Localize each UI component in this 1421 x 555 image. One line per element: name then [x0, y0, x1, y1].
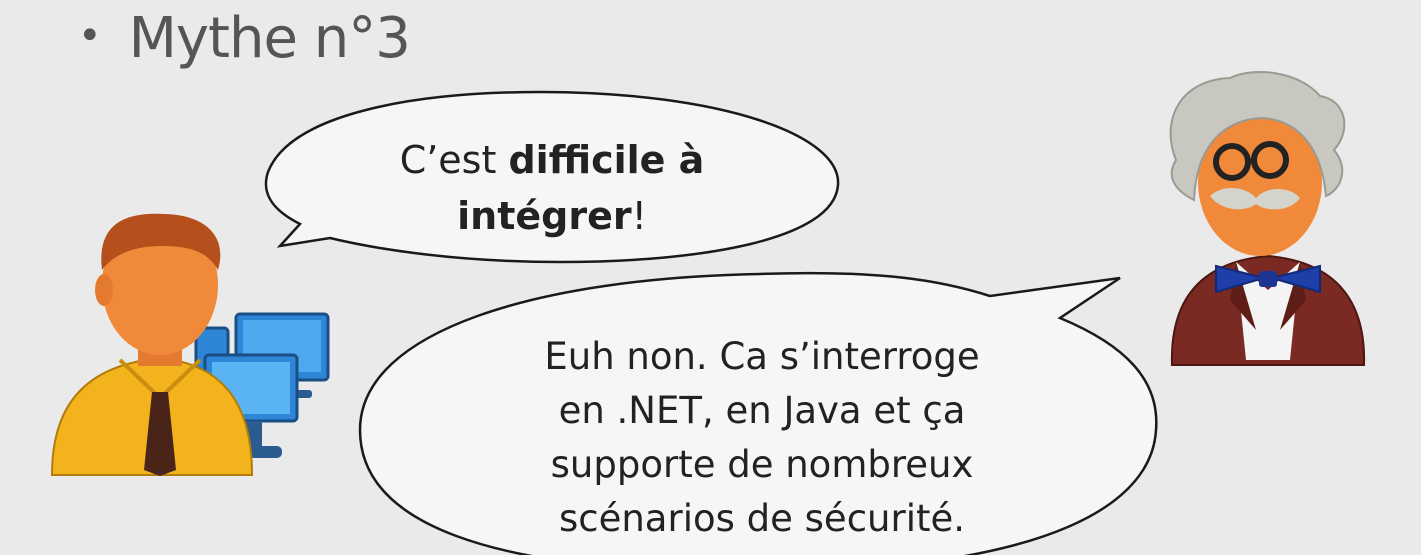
answer-line: Euh non. Ca s’interroge: [544, 335, 980, 378]
developer-icon: [50, 213, 330, 476]
answer-text: Euh non. Ca s’interroge en .NET, en Java …: [492, 330, 1032, 546]
answer-line: scénarios de sécurité.: [558, 497, 966, 540]
answer-line: en .NET, en Java et ça: [558, 389, 966, 432]
question-text: C’est difficile à intégrer!: [372, 132, 732, 244]
question-segment: !: [631, 194, 647, 238]
slide: • Mythe n°3 C’est difficile à intégrer! …: [0, 0, 1421, 555]
question-segment: C’est: [399, 138, 509, 182]
answer-line: supporte de nombreux: [550, 443, 974, 486]
question-emphasis: difficile à: [508, 138, 705, 182]
question-emphasis: intégrer: [457, 194, 632, 238]
professor-icon: [1169, 71, 1366, 366]
